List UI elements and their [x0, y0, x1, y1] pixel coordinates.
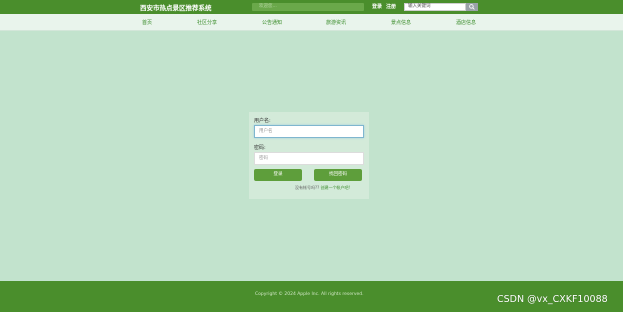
site-title: 西安市热点景区推荐系统: [140, 4, 212, 12]
username-label: 用户名:: [254, 118, 271, 124]
nav-hotels[interactable]: 酒店信息: [456, 19, 476, 26]
nav-announcements[interactable]: 公告通知: [262, 19, 282, 26]
search-button[interactable]: [466, 3, 478, 11]
notice-bar: 欢迎您...: [252, 3, 364, 11]
top-header: 西安市热点景区推荐系统 欢迎您... 登录 注册 输入关键词: [0, 0, 623, 14]
watermark: CSDN @vx_CXKF10088: [497, 294, 608, 305]
username-field[interactable]: 用户名: [254, 125, 364, 138]
login-link[interactable]: 登录: [372, 3, 382, 10]
search-input[interactable]: 输入关键词: [404, 3, 466, 11]
nav-attractions[interactable]: 景点信息: [391, 19, 411, 26]
login-button[interactable]: 登录: [254, 169, 302, 181]
main-nav: 首页 社区分享 公告通知 旅游资讯 景点信息 酒店信息: [0, 14, 623, 31]
create-account-link[interactable]: 创建一个帐户吧!: [321, 185, 351, 190]
nav-home[interactable]: 首页: [142, 19, 152, 26]
nav-travel-news[interactable]: 旅游资讯: [326, 19, 346, 26]
password-label: 密码:: [254, 145, 266, 151]
register-prompt: 没有帐号吗??: [295, 185, 320, 190]
find-password-button[interactable]: 找回密码: [314, 169, 362, 181]
copyright-text: Copyright © 2024 Apple Inc. All rights r…: [255, 292, 364, 297]
login-card: 用户名: 用户名 密码: 密码 登录 找回密码 没有帐号吗?? 创建一个帐户吧!: [249, 112, 369, 199]
password-field[interactable]: 密码: [254, 152, 364, 165]
nav-community[interactable]: 社区分享: [197, 19, 217, 26]
register-row: 没有帐号吗?? 创建一个帐户吧!: [295, 185, 350, 191]
search-icon: [469, 4, 475, 10]
notice-text: 欢迎您...: [259, 4, 277, 9]
register-link[interactable]: 注册: [386, 3, 396, 10]
